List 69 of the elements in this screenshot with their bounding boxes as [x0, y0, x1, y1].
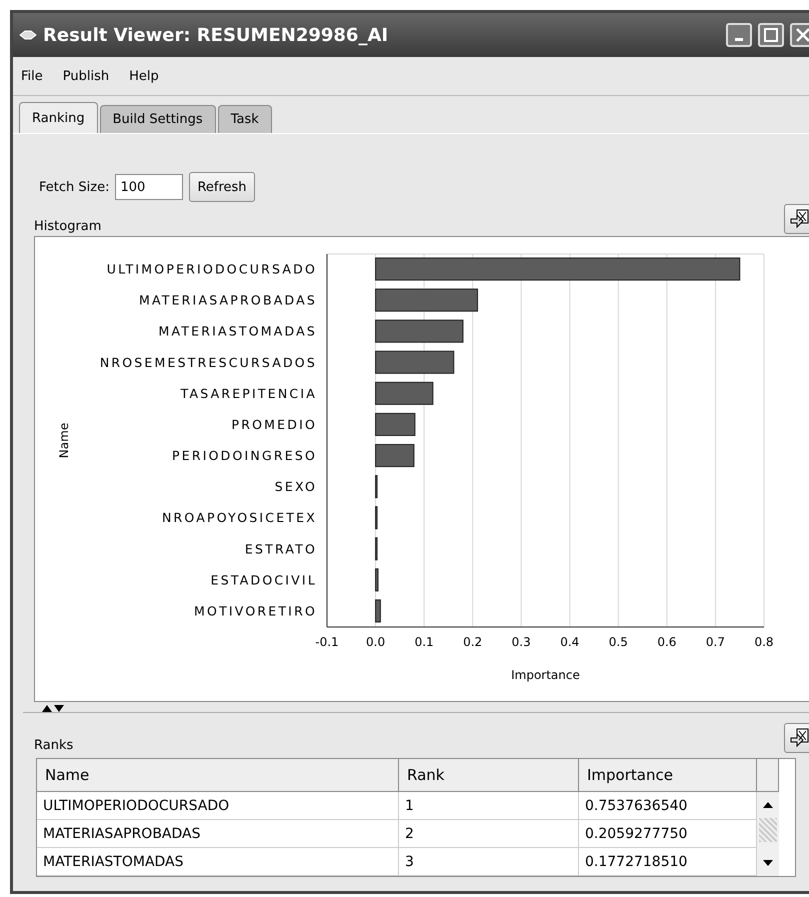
export-icon: [790, 209, 809, 229]
bar: [375, 412, 416, 436]
tick-label: -0.1: [315, 635, 339, 649]
table-cell: MATERIASAPROBADAS: [37, 820, 399, 848]
table-cell: 0.2059277750: [579, 820, 757, 848]
minimize-button[interactable]: [726, 23, 752, 47]
tick-label: 0.5: [608, 635, 628, 649]
scroll-thumb[interactable]: [759, 818, 777, 842]
tick-label: 0.8: [754, 635, 774, 649]
tab[interactable]: Task: [218, 105, 272, 133]
category-label: ESTRATO: [244, 541, 317, 556]
table-cell: MATERIASTOMADAS: [37, 848, 399, 876]
maximize-button[interactable]: [758, 23, 784, 47]
category-label: PROMEDIO: [232, 416, 317, 432]
menu-item[interactable]: File: [21, 68, 43, 84]
tab[interactable]: Ranking: [19, 102, 98, 133]
column-header[interactable]: Rank: [399, 759, 579, 792]
category-label: ULTIMOPERIODOCURSADO: [106, 262, 317, 277]
maximize-icon: [764, 28, 778, 42]
refresh-button[interactable]: Refresh: [189, 172, 255, 202]
menu-item[interactable]: Publish: [62, 68, 110, 84]
window-title: Result Viewer: RESUMEN29986_AI: [43, 24, 390, 46]
bar: [375, 475, 378, 498]
category-label: TASAREPITENCIA: [180, 386, 317, 401]
bar: [375, 382, 434, 405]
category-label: ESTADOCIVIL: [210, 572, 317, 588]
bar: [375, 506, 378, 530]
axis-title: Importance: [511, 668, 580, 682]
field-label: Fetch Size:: [39, 180, 110, 194]
table-cell: 1: [399, 792, 579, 820]
tick-label: 0.4: [560, 635, 580, 649]
scrollbar[interactable]: [757, 792, 779, 876]
export-icon: [790, 728, 809, 748]
category-label: NROAPOYOSICETEX: [162, 510, 317, 526]
app-icon: [19, 30, 37, 40]
minimize-icon: [735, 38, 743, 41]
table-cell: 3: [399, 848, 579, 876]
bar: [375, 537, 378, 560]
tick-label: 0.2: [463, 635, 482, 649]
axis-title: Name: [57, 422, 71, 458]
section-label: Ranks: [34, 738, 74, 753]
close-icon: [796, 28, 809, 42]
tick-label: 0.7: [706, 635, 725, 649]
splitter-arrows-icon: [42, 704, 64, 712]
category-label: NROSEMESTRESCURSADOS: [100, 354, 317, 370]
menu-item[interactable]: Help: [129, 68, 159, 84]
close-button[interactable]: [790, 23, 809, 47]
tick-label: 0.1: [414, 635, 434, 649]
category-label: PERIODOINGRESO: [172, 448, 317, 464]
tick-label: 0.3: [512, 635, 531, 649]
table-cell: ULTIMOPERIODOCURSADO: [37, 792, 399, 820]
category-label: MOTIVORETIRO: [194, 603, 317, 618]
fetch-size-field[interactable]: 100: [115, 174, 184, 200]
tab[interactable]: Build Settings: [100, 105, 216, 133]
bar: [375, 444, 414, 468]
tick-label: 0.0: [366, 635, 386, 649]
column-header[interactable]: Name: [37, 759, 399, 792]
table-cell: 2: [399, 820, 579, 848]
column-header[interactable]: Importance: [579, 759, 757, 792]
tick-label: 0.6: [657, 635, 676, 649]
category-label: SEXO: [274, 479, 317, 494]
category-label: MATERIASTOMADAS: [158, 324, 317, 339]
export-button[interactable]: [784, 204, 809, 234]
section-label: Histogram: [34, 219, 102, 234]
bar: [375, 599, 381, 622]
category-label: MATERIASAPROBADAS: [138, 292, 317, 308]
table-cell: 0.1772718510: [579, 848, 757, 876]
bar: [375, 568, 378, 592]
export-button[interactable]: [784, 723, 809, 753]
